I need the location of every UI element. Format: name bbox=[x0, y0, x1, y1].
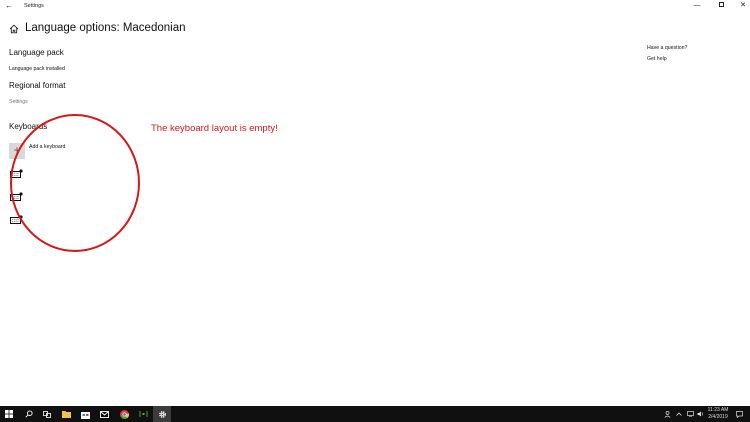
network-tray[interactable] bbox=[685, 406, 695, 422]
people-icon bbox=[664, 410, 670, 418]
regional-format-settings-button[interactable]: Settings bbox=[9, 99, 28, 106]
annotation-text: The keyboard layout is empty! bbox=[151, 123, 278, 134]
volume-icon bbox=[697, 411, 703, 417]
task-view-button[interactable] bbox=[38, 406, 56, 422]
search-button[interactable] bbox=[20, 406, 38, 422]
network-icon bbox=[686, 411, 694, 417]
maximize-icon bbox=[718, 2, 724, 7]
folder-icon bbox=[61, 411, 71, 418]
taskbar-chrome[interactable] bbox=[116, 406, 132, 422]
plus-icon: + bbox=[13, 143, 21, 157]
taskbar-app[interactable] bbox=[135, 406, 151, 422]
taskbar-store[interactable] bbox=[77, 406, 93, 422]
language-pack-heading: Language pack bbox=[9, 48, 64, 57]
back-button[interactable]: ← bbox=[5, 1, 13, 11]
add-keyboard-label[interactable]: Add a keyboard bbox=[29, 144, 65, 151]
home-icon[interactable] bbox=[9, 24, 19, 34]
keyboards-heading: Keyboards bbox=[9, 122, 48, 131]
mail-icon bbox=[99, 410, 109, 418]
maximize-button[interactable] bbox=[714, 1, 728, 11]
keyboard-icon[interactable] bbox=[10, 192, 23, 201]
action-center-button[interactable] bbox=[733, 406, 745, 422]
regional-format-heading: Regional format bbox=[9, 81, 66, 90]
people-button[interactable] bbox=[662, 406, 672, 422]
start-button[interactable] bbox=[0, 406, 18, 422]
notification-icon bbox=[735, 410, 743, 418]
language-pack-status: Language pack installed bbox=[9, 66, 65, 72]
page-title: Language options: Macedonian bbox=[25, 22, 186, 34]
help-question: Have a question? bbox=[647, 45, 688, 51]
clock-time[interactable]: 11:23 AM bbox=[705, 407, 731, 414]
taskbar: 11:23 AM 2/4/2019 bbox=[0, 406, 750, 422]
get-help-link[interactable]: Get help bbox=[647, 56, 667, 63]
search-icon bbox=[25, 410, 33, 418]
chrome-icon bbox=[119, 409, 129, 419]
close-button[interactable]: ✕ bbox=[736, 1, 750, 11]
taskbar-settings[interactable] bbox=[153, 406, 171, 422]
window-title: Settings bbox=[24, 3, 44, 9]
add-keyboard-button[interactable]: + bbox=[9, 143, 25, 159]
volume-tray[interactable] bbox=[695, 406, 705, 422]
gear-icon bbox=[158, 410, 166, 418]
task-view-icon bbox=[43, 410, 51, 418]
taskbar-file-explorer[interactable] bbox=[58, 406, 74, 422]
keyboard-icon[interactable] bbox=[10, 169, 23, 178]
network-app-icon bbox=[139, 411, 147, 417]
annotation-circle bbox=[10, 114, 140, 252]
taskbar-mail[interactable] bbox=[96, 406, 112, 422]
show-hidden-icons[interactable] bbox=[674, 406, 684, 422]
store-icon bbox=[80, 411, 90, 419]
title-bar: ← Settings — ✕ bbox=[0, 0, 750, 13]
windows-icon bbox=[5, 410, 13, 418]
chevron-up-icon bbox=[676, 412, 682, 416]
keyboard-icon[interactable] bbox=[10, 215, 23, 224]
clock-date[interactable]: 2/4/2019 bbox=[705, 414, 731, 421]
minimize-button[interactable]: — bbox=[690, 1, 704, 11]
